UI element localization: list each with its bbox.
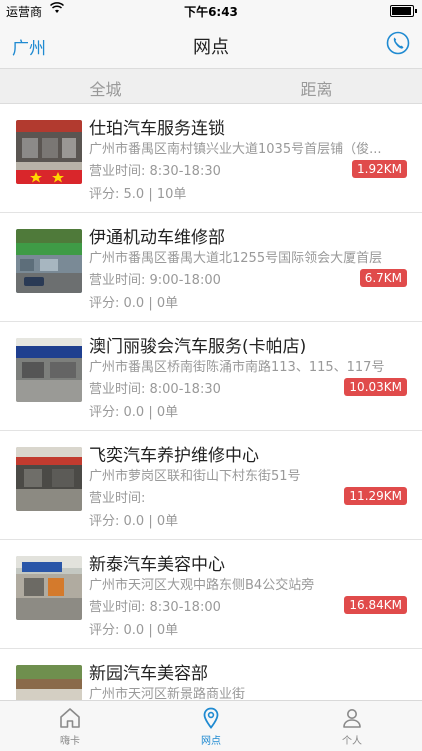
shop-item[interactable]: 飞奕汽车养护维修中心 广州市萝岗区联和街山下村东街51号 营业时间: 评分: 0…: [0, 431, 422, 540]
shop-hours: 营业时间: 8:30-18:30: [89, 164, 221, 179]
shop-thumbnail: [16, 229, 82, 293]
shop-address: 广州市番禺区番禺大道北1255号国际领会大厦首层: [89, 251, 383, 266]
distance-badge: 10.03KM: [344, 378, 407, 396]
distance-badge: 16.84KM: [344, 596, 407, 614]
filter-bar: 全城 距离: [0, 68, 422, 104]
shop-address: 广州市天河区新景路商业街: [89, 687, 246, 700]
distance-badge: 11.29KM: [344, 487, 407, 505]
shop-hours: 营业时间: 8:30-18:00: [89, 600, 221, 615]
shop-list: 仕珀汽车服务连锁 广州市番禺区南村镇兴业大道1035号首层铺（俊... 营业时间…: [0, 104, 422, 700]
shop-item[interactable]: 新泰汽车美容中心 广州市天河区大观中路东侧B4公交站旁 营业时间: 8:30-1…: [0, 540, 422, 649]
tab-outlets-label: 网点: [201, 736, 221, 747]
distance-badge: 1.92KM: [352, 160, 407, 178]
distance-badge: 6.7KM: [359, 269, 407, 287]
shop-rating: 评分: 0.0 | 0单: [89, 405, 179, 420]
shop-hours: 营业时间:: [89, 491, 146, 506]
tab-home-label: 嗨卡: [60, 736, 80, 747]
shop-thumbnail: [16, 338, 82, 402]
shop-item[interactable]: 新园汽车美容部 广州市天河区新景路商业街: [0, 649, 422, 700]
shop-hours: 营业时间: 9:00-18:00: [89, 273, 221, 288]
shop-rating: 评分: 0.0 | 0单: [89, 514, 179, 529]
shop-name: 仕珀汽车服务连锁: [89, 119, 225, 139]
tab-outlets[interactable]: 网点: [141, 701, 281, 751]
person-icon: [343, 709, 361, 728]
shop-rating: 评分: 5.0 | 10单: [89, 187, 187, 202]
filter-all-city[interactable]: 全城: [0, 76, 211, 100]
shop-thumbnail: [16, 665, 82, 700]
shop-rating: 评分: 0.0 | 0单: [89, 623, 179, 638]
shop-address: 广州市萝岗区联和街山下村东街51号: [89, 469, 301, 484]
shop-name: 新泰汽车美容中心: [89, 555, 225, 575]
shop-name: 伊通机动车维修部: [89, 228, 225, 248]
shop-address: 广州市番禺区南村镇兴业大道1035号首层铺（俊...: [89, 142, 382, 157]
shop-name: 澳门丽骏会汽车服务(卡帕店): [89, 337, 307, 357]
tab-bar: 嗨卡 网点 个人: [0, 700, 422, 751]
nav-bar: 广州 网点: [0, 20, 422, 68]
phone-icon[interactable]: [386, 31, 410, 55]
shop-thumbnail: [16, 120, 82, 184]
shop-item[interactable]: 伊通机动车维修部 广州市番禺区番禺大道北1255号国际领会大厦首层 营业时间: …: [0, 213, 422, 322]
tab-profile-label: 个人: [342, 736, 362, 747]
home-icon: [60, 708, 80, 728]
shop-address: 广州市番禺区桥南街陈涌市南路113、115、117号: [89, 360, 385, 375]
location-pin-icon: [203, 707, 219, 729]
shop-rating: 评分: 0.0 | 0单: [89, 296, 179, 311]
shop-item[interactable]: 仕珀汽车服务连锁 广州市番禺区南村镇兴业大道1035号首层铺（俊... 营业时间…: [0, 104, 422, 213]
shop-address: 广州市天河区大观中路东侧B4公交站旁: [89, 578, 315, 593]
battery-icon: [390, 5, 417, 17]
filter-distance[interactable]: 距离: [211, 76, 422, 100]
shop-thumbnail: [16, 556, 82, 620]
tab-profile[interactable]: 个人: [282, 701, 422, 751]
shop-item[interactable]: 澳门丽骏会汽车服务(卡帕店) 广州市番禺区桥南街陈涌市南路113、115、117…: [0, 322, 422, 431]
shop-name: 新园汽车美容部: [89, 664, 208, 684]
tab-home[interactable]: 嗨卡: [0, 701, 140, 751]
shop-hours: 营业时间: 8:00-18:30: [89, 382, 221, 397]
status-bar: 运营商 下午6:43: [0, 0, 422, 20]
shop-thumbnail: [16, 447, 82, 511]
status-time: 下午6:43: [184, 5, 238, 19]
page-title: 网点: [193, 37, 229, 58]
shop-name: 飞奕汽车养护维修中心: [89, 446, 259, 466]
